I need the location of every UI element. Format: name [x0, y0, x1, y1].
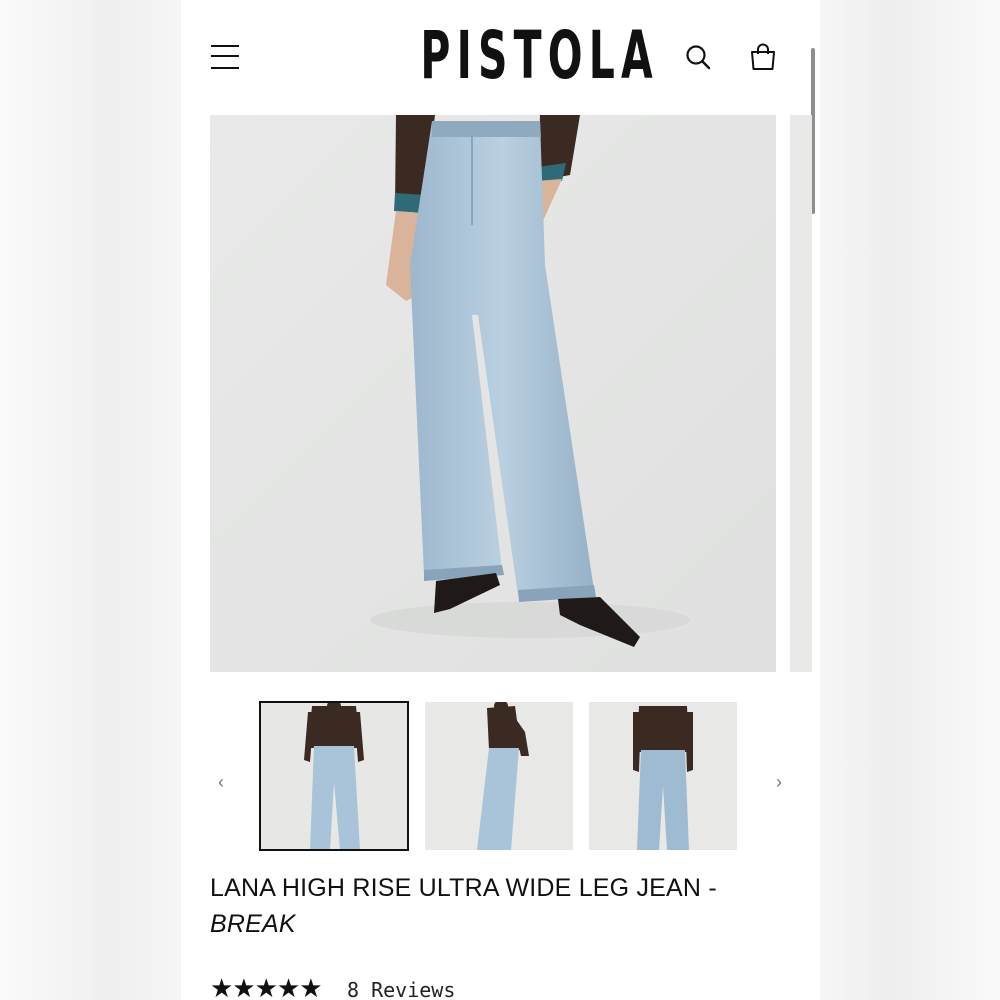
shopping-bag-icon[interactable] [749, 42, 777, 72]
next-image-peek[interactable] [790, 115, 812, 672]
hamburger-menu-icon[interactable] [211, 43, 239, 69]
brand-logo[interactable]: PISTOLA [420, 14, 652, 98]
thumbnail-back[interactable] [589, 702, 737, 850]
background-left-edge [0, 0, 181, 1000]
prev-arrow-icon[interactable]: ‹ [213, 772, 229, 792]
product-page: PISTOLA ‹ › LANA HIGH RISE ULTRA WIDE LE… [181, 0, 820, 1000]
star-rating-icon: ★★★★★ [210, 973, 323, 1000]
reviews-link[interactable]: 8 Reviews [347, 978, 455, 1000]
background-right-edge [820, 0, 1000, 1000]
main-product-image[interactable] [210, 115, 776, 672]
product-name: LANA HIGH RISE ULTRA WIDE LEG JEAN - [210, 874, 717, 902]
product-variant: BREAK [210, 910, 296, 938]
thumbnail-front[interactable] [259, 701, 409, 851]
site-header: PISTOLA [181, 0, 820, 214]
search-icon[interactable] [685, 44, 711, 70]
thumbnail-side[interactable] [425, 702, 573, 850]
thumbnail-carousel: ‹ › [181, 700, 820, 855]
product-title: LANA HIGH RISE ULTRA WIDE LEG JEAN - BRE… [210, 870, 790, 942]
next-arrow-icon[interactable]: › [771, 772, 787, 792]
